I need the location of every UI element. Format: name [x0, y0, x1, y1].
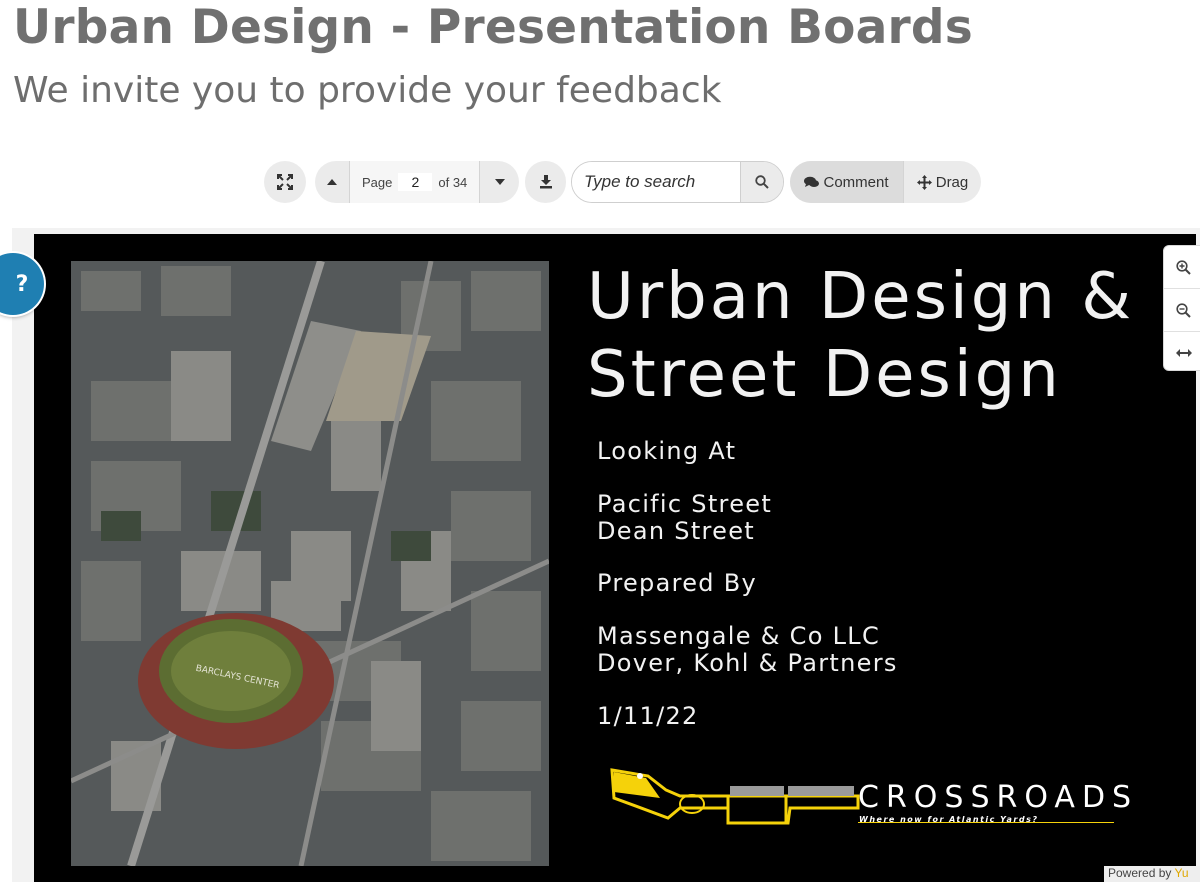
logo-underline: [858, 822, 1114, 823]
fit-width-button[interactable]: [1164, 331, 1200, 374]
page-label: Page: [362, 174, 393, 190]
comment-label: Comment: [823, 173, 889, 191]
page-subtitle: We invite you to provide your feedback: [13, 70, 722, 111]
powered-by-badge[interactable]: Powered by Yu: [1104, 866, 1200, 882]
zoom-controls: [1163, 245, 1200, 371]
zoom-out-button[interactable]: [1164, 288, 1200, 331]
page-up-icon: [327, 179, 337, 185]
firm-1: Massengale & Co LLC: [597, 622, 881, 650]
comment-mode-button[interactable]: Comment: [790, 161, 903, 203]
drag-icon: [916, 174, 932, 190]
zoom-in-icon: [1176, 259, 1191, 275]
slide-title: Urban Design & Street Design: [587, 258, 1147, 414]
street-1: Pacific Street: [597, 490, 773, 518]
powered-by-text: Powered by: [1108, 866, 1172, 880]
page-number-input[interactable]: [398, 173, 433, 191]
firm-2: Dover, Kohl & Partners: [597, 649, 898, 677]
page-indicator: Page of 34: [349, 161, 481, 203]
search-icon: [755, 175, 769, 189]
looking-at-heading: Looking At: [597, 437, 737, 465]
page-down-icon: [494, 179, 505, 185]
search-input[interactable]: [572, 162, 740, 202]
help-icon: ?: [15, 271, 29, 297]
comment-icon: [804, 176, 820, 187]
logo-name: CROSSROADS: [858, 780, 1139, 815]
fullscreen-button[interactable]: [264, 161, 306, 203]
drag-label: Drag: [935, 173, 969, 191]
mode-switch: Comment Drag: [790, 161, 981, 203]
search-box: [571, 161, 784, 203]
street-2: Dean Street: [597, 517, 756, 545]
fullscreen-icon: [277, 174, 293, 190]
page-total: of 34: [438, 174, 468, 190]
page-navigation: Page of 34: [315, 161, 519, 203]
slide-title-line1: Urban Design &: [587, 260, 1135, 334]
previous-page-button[interactable]: [315, 161, 349, 203]
download-icon: [539, 175, 552, 189]
prepared-by-heading: Prepared By: [597, 569, 758, 597]
powered-by-brand: Yu: [1174, 866, 1189, 880]
download-button[interactable]: [525, 161, 566, 203]
search-button[interactable]: [740, 162, 783, 202]
page-title: Urban Design - Presentation Boards: [13, 0, 973, 55]
slide-title-line2: Street Design: [587, 338, 1062, 412]
zoom-out-icon: [1176, 302, 1191, 318]
next-page-button[interactable]: [480, 161, 519, 203]
slide-date: 1/11/22: [597, 702, 699, 730]
aerial-photo: BARCLAYS CENTER: [71, 261, 549, 866]
drag-mode-button[interactable]: Drag: [903, 161, 981, 203]
fit-width-icon: [1176, 349, 1192, 357]
zoom-in-button[interactable]: [1164, 246, 1200, 288]
